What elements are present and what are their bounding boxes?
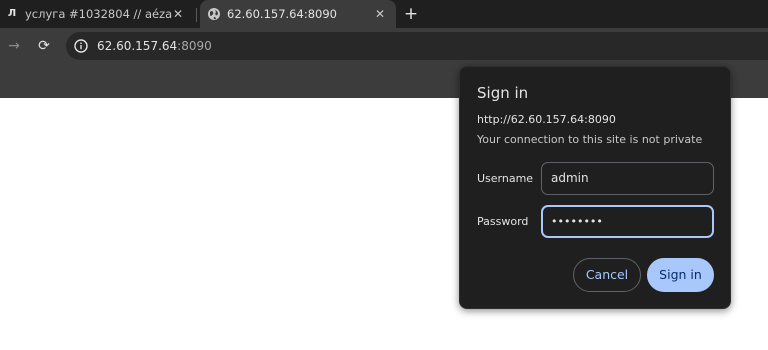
url-host: 62.60.157.64 (97, 39, 178, 53)
tab-title: 62.60.157.64:8090 (227, 7, 337, 21)
tab-favicon: Л (7, 8, 17, 19)
close-icon[interactable]: ✕ (170, 6, 186, 22)
url-text: 62.60.157.64:8090 (97, 32, 212, 60)
browser-toolbar: → ⟳ 62.60.157.64:8090 (0, 28, 768, 64)
site-info-icon[interactable] (74, 39, 88, 53)
tab-login-page[interactable]: 62.60.157.64:8090 ✕ (200, 0, 396, 28)
dialog-warning: Your connection to this site is not priv… (477, 133, 703, 146)
url-port: :8090 (177, 39, 212, 53)
sign-in-dialog: Sign in http://62.60.157.64:8090 Your co… (459, 66, 731, 309)
reload-button[interactable]: ⟳ (34, 36, 54, 56)
username-value: admin (551, 171, 589, 185)
cancel-button[interactable]: Cancel (573, 258, 641, 292)
tab-separator (196, 8, 197, 22)
username-label: Username (477, 172, 534, 185)
tab-title: услуга #1032804 // aéza (25, 7, 173, 21)
dialog-title: Sign in (477, 84, 529, 102)
forward-button[interactable]: → (4, 36, 24, 56)
new-tab-button[interactable]: + (402, 5, 420, 23)
password-label: Password (477, 215, 529, 228)
password-value: •••••••• (551, 215, 603, 228)
username-field[interactable]: admin (541, 162, 714, 195)
dialog-origin: http://62.60.157.64:8090 (477, 113, 616, 126)
close-icon[interactable]: ✕ (372, 6, 388, 22)
tab-aeza-service[interactable]: Л услуга #1032804 // aéza ✕ (0, 0, 196, 28)
sign-in-button[interactable]: Sign in (647, 258, 714, 292)
password-field[interactable]: •••••••• (541, 205, 714, 238)
tab-strip: Л услуга #1032804 // aéza ✕ 62.60.157.64… (0, 0, 768, 28)
address-bar[interactable]: 62.60.157.64:8090 (66, 32, 768, 60)
globe-icon (208, 8, 220, 20)
